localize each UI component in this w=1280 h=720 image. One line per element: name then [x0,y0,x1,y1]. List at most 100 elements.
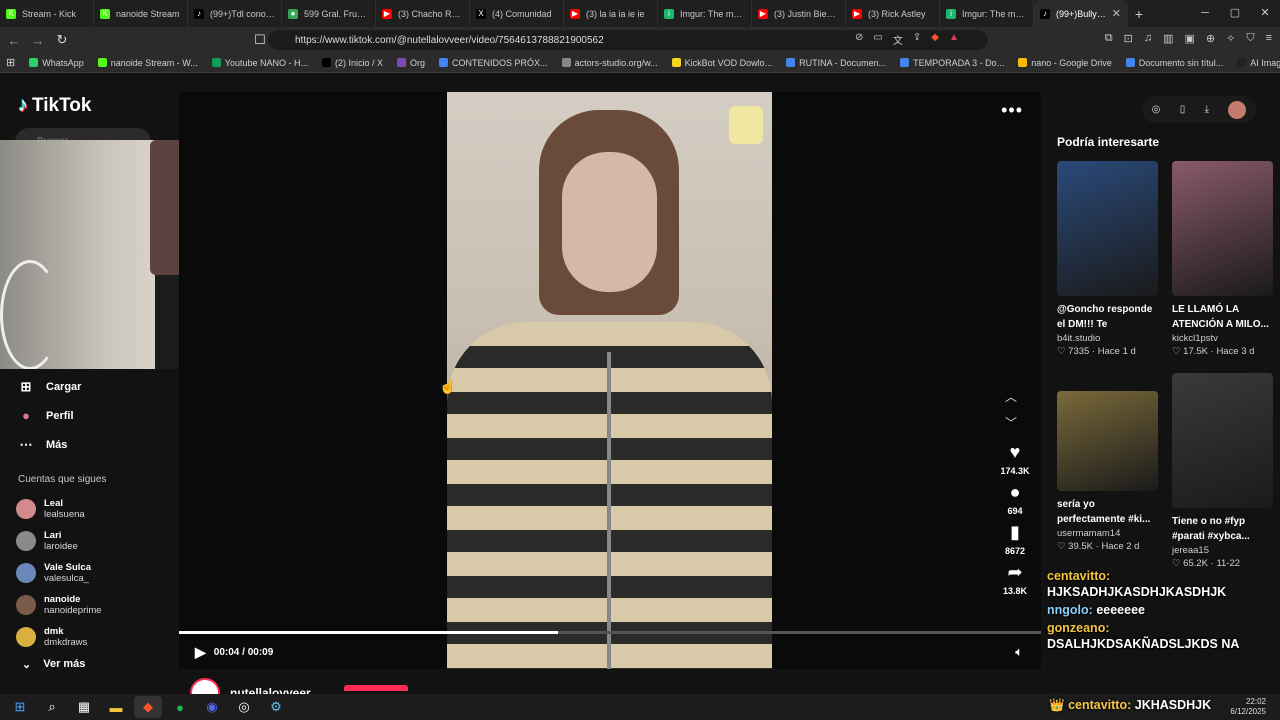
bookmark-item[interactable]: nano - Google Drive [1018,58,1112,68]
followed-account[interactable]: dmk dmkdraws [16,621,102,653]
bookmark-item[interactable]: AI Image Upscaler |... [1237,58,1280,68]
task-view-icon[interactable]: ▦ [70,696,98,718]
screenshot-icon[interactable]: ⊡ [1124,32,1133,45]
bookmark-item[interactable]: (2) Inicio / X [322,58,383,68]
discord-icon[interactable]: ◉ [198,696,226,718]
bookmark-icon[interactable]: ☐ [250,32,270,48]
menu-icon[interactable]: ≡ [1266,32,1272,45]
no-tracking-icon[interactable]: ⊘ [855,32,863,47]
followed-account[interactable]: Lari laroidee [16,525,102,557]
coins-icon[interactable]: ◎ [1152,104,1161,115]
back-icon[interactable]: ← [4,33,24,48]
play-icon[interactable]: ▶ [195,644,206,661]
save-action[interactable]: ▮ 8672 [995,522,1035,556]
browser-tab[interactable]: Knanoide Stream [94,0,188,27]
search-icon[interactable]: ⌕ [38,696,66,718]
browser-tab[interactable]: i Imgur: The magic [658,0,752,27]
leo-ai-icon[interactable]: ✧ [1226,32,1235,45]
brave-rewards-icon[interactable]: ▲ [949,32,959,47]
browser-tab[interactable]: ▶ (3) la ia ia ie ie [564,0,658,27]
share-action[interactable]: ➦ 13.8K [995,562,1035,596]
reload-icon[interactable]: ↻ [52,32,72,48]
bookmark-item[interactable]: CONTENIDOS PRÓX... [439,58,548,68]
bookmark-label: actors-studio.org/w... [574,57,658,68]
sidebar-item-más[interactable]: ⋯ Más [18,430,81,459]
brave-browser-icon[interactable]: ◆ [134,696,162,718]
steam-icon[interactable]: ⚙ [262,696,290,718]
video-player[interactable]: ••• ︿ ﹀ ♥ 174.3K ● 694 ▮ 8672 ➦ 13.8K ▶ … [179,92,1041,669]
bookmark-item[interactable]: Org [397,58,425,68]
bookmark-item[interactable]: nanoide Stream - W... [97,58,198,68]
maximize-icon[interactable]: ▢ [1220,0,1250,27]
sidebar-icon[interactable]: ▥ [1163,32,1173,45]
phone-icon[interactable]: ▯ [1180,104,1186,115]
sidebar-item-perfil[interactable]: ● Perfil [18,401,81,430]
tiktok-page: ♪ TikTok Buscar ⊞Cargar●Perfil⋯Más Cuent… [0,74,1280,708]
comment-action[interactable]: ● 694 [995,482,1035,516]
previous-video-icon[interactable]: ︿ [1005,388,1017,405]
apps-icon[interactable]: ⊞ [6,56,15,69]
system-clock[interactable]: 22:02 6/12/2025 [1230,697,1266,717]
download-icon[interactable]: ⤓ [1205,104,1209,115]
windows-start-icon[interactable]: ⊞ [6,696,34,718]
extensions-icon[interactable]: ⧉ [1105,32,1113,45]
minimize-icon[interactable]: ─ [1190,0,1220,27]
forward-icon[interactable]: → [28,33,48,48]
bookmark-item[interactable]: Documento sin títul... [1125,58,1223,68]
browser-tab[interactable]: ▶ (3) Justin Bieber [752,0,846,27]
file-explorer-icon[interactable]: ▬ [102,696,130,718]
wallet-icon[interactable]: ▣ [1184,32,1194,45]
recommended-video[interactable]: @Goncho responde el DM!!! Te queremo... b… [1057,161,1158,357]
playback-time: 00:04 / 00:09 [213,647,274,658]
browser-tab[interactable]: X (4) Comunidad [470,0,564,27]
browser-tab[interactable]: K Stream - Kick [0,0,94,27]
browser-tab[interactable]: ♪ (99+)Tdl conoce [188,0,282,27]
browser-tab[interactable]: ▶ (3) Chacho Ramo [376,0,470,27]
tiktok-logo[interactable]: ♪ TikTok [18,94,91,117]
bookmark-item[interactable]: TEMPORADA 3 - Do... [900,58,1004,68]
video-thumbnail[interactable] [1057,391,1158,491]
close-window-icon[interactable]: ✕ [1250,0,1280,27]
video-thumbnail[interactable] [1172,373,1273,508]
tab-close-icon[interactable]: ✕ [1112,7,1121,20]
spotify-icon[interactable]: ● [166,696,194,718]
browser-tab[interactable]: ▶ (3) Rick Astley [846,0,940,27]
followed-account[interactable]: nanoide nanoideprime [16,589,102,621]
bookmark-item[interactable]: Youtube NANO - H... [211,58,308,68]
next-video-icon[interactable]: ﹀ [1005,414,1017,431]
obs-icon[interactable]: ◎ [230,696,258,718]
browser-tab[interactable]: i Imgur: The magic [940,0,1034,27]
user-avatar[interactable] [1228,100,1247,119]
browser-tab[interactable]: ● 599 Gral. Fructuo [282,0,376,27]
see-more-button[interactable]: ⌄ Ver más [22,658,85,671]
chat-badges: 👑 [1049,698,1065,712]
follow-button[interactable] [344,685,408,691]
shield-icon[interactable]: ⛉ [1246,32,1254,45]
followed-account[interactable]: Vale Sulca valesulca_ [16,557,102,589]
translate-icon[interactable]: 文 [893,32,903,47]
video-frame[interactable] [447,92,772,669]
recommended-video[interactable]: sería yo perfectamente #ki... usermamam14… [1057,391,1158,552]
cast-icon[interactable]: ▭ [873,32,882,47]
recommendations-title: Podría interesarte [1057,135,1160,149]
browser-tab[interactable]: ♪ (99+)Bullying ✕ [1034,0,1128,27]
followed-account[interactable]: Leal lealsuena [16,493,102,525]
more-options-icon[interactable]: ••• [1001,100,1023,121]
sidebar-item-cargar[interactable]: ⊞ Cargar [18,372,82,401]
recommended-video[interactable]: LE LLAMÓ LA ATENCIÓN A MILO... kickcl1pst… [1172,161,1273,357]
new-tab-icon[interactable]: + [1128,6,1150,22]
brave-shield-icon[interactable]: ◆ [931,32,939,47]
bookmark-item[interactable]: WhatsApp [29,58,84,68]
like-action[interactable]: ♥ 174.3K [995,442,1035,476]
media-icon[interactable]: ♫ [1144,32,1152,45]
volume-icon[interactable]: 🔈︎ [1015,644,1023,660]
share-icon[interactable]: ⇪ [913,32,921,47]
video-thumbnail[interactable] [1057,161,1158,296]
bookmark-item[interactable]: actors-studio.org/w... [561,57,658,68]
video-thumbnail[interactable] [1172,161,1273,296]
video-progress-bar[interactable] [179,631,1041,634]
recommended-video[interactable]: Tiene o no #fyp #parati #xybca... jereaa1… [1172,373,1273,569]
bookmark-item[interactable]: RUTINA - Documen... [786,58,886,68]
vpn-icon[interactable]: ⊕ [1206,32,1215,45]
bookmark-item[interactable]: KickBot VOD Dowlo... [671,58,772,68]
